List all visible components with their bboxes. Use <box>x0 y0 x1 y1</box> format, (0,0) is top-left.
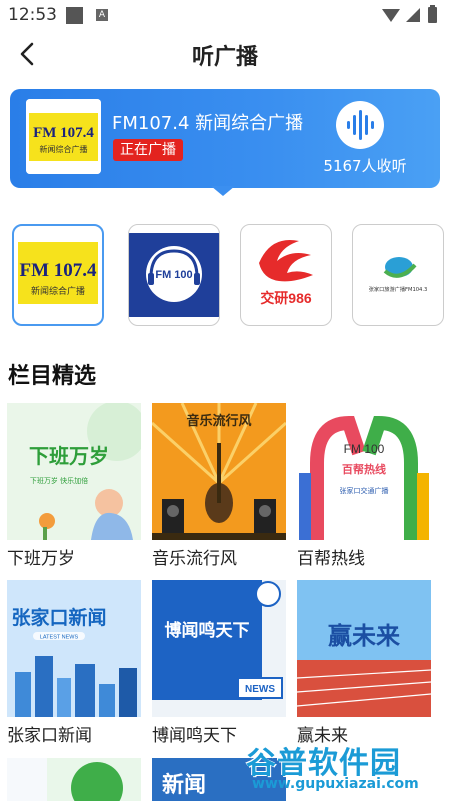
section-title: 栏目精选 <box>8 364 97 389</box>
now-playing-logo: FM 107.4 新闻综合广播 <box>26 99 101 174</box>
cover-title: 下班万岁 <box>29 444 109 468</box>
program-card[interactable]: 张家口新闻 LATEST NEWS 张家口新闻 <box>7 580 141 746</box>
station-986-logo: 交研986 <box>259 239 313 306</box>
station-fm1043-logo: 张家口旅游广播FM104.3 <box>369 257 428 293</box>
banner-pointer <box>211 186 235 196</box>
program-label: 百帮热线 <box>297 549 365 569</box>
fm1074-logo: FM 107.4 新闻综合广播 <box>26 99 101 174</box>
status-time: 12:53 <box>8 5 57 25</box>
cover-subtitle: 百帮热线 <box>342 462 386 476</box>
station-fm100[interactable]: FM 100 <box>128 224 220 326</box>
cover-title: 张家口新闻 <box>11 606 106 629</box>
station-title: 交研986 <box>260 290 312 306</box>
logo-subtitle: 新闻综合广播 <box>40 144 88 154</box>
station-subtitle: 新闻综合广播 <box>31 285 85 297</box>
station-fm1074[interactable]: FM 107.4 新闻综合广播 <box>12 224 104 326</box>
watermark: 谷普软件园 www.gupuxiazai.com <box>246 738 446 798</box>
cover-title: 赢未来 <box>328 622 401 650</box>
program-label: 张家口新闻 <box>7 726 92 746</box>
notification-a-icon: A <box>96 9 108 21</box>
station-list: FM 107.4 新闻综合广播 FM 100 交研986 张家口旅游广播FM10… <box>0 222 450 330</box>
station-fm1043[interactable]: 张家口旅游广播FM104.3 <box>352 224 444 326</box>
cover-title: FM 100 <box>344 442 385 456</box>
listener-count: 5167人收听 <box>323 157 407 175</box>
program-cover: 下班万岁 下班万岁 快乐加倍 <box>7 403 141 540</box>
cover-subtitle-2: 张家口交通广播 <box>340 486 389 495</box>
notification-icon <box>66 7 83 24</box>
audio-wave-button[interactable] <box>336 101 384 149</box>
fm1074-logo: FM 107.4 新闻综合广播 <box>18 242 98 304</box>
cover-title: 博闻鸣天下 <box>165 620 250 641</box>
program-label: 下班万岁 <box>7 549 75 569</box>
program-cover: FM 100 百帮热线 张家口交通广播 <box>297 403 431 540</box>
program-cover: 赢未来 <box>297 580 431 717</box>
cover-subtitle: LATEST NEWS <box>40 635 79 641</box>
station-986[interactable]: 交研986 <box>240 224 332 326</box>
program-cover: 博闻鸣天下 NEWS <box>152 580 286 717</box>
fm100-logo: FM 100 <box>129 233 219 317</box>
program-cover: 张家口新闻 LATEST NEWS <box>7 580 141 717</box>
program-card[interactable] <box>7 758 141 801</box>
program-card[interactable]: 赢未来 赢未来 <box>297 580 431 746</box>
cover-subtitle: NEWS <box>245 684 275 695</box>
program-card[interactable]: FM 100 百帮热线 张家口交通广播 百帮热线 <box>297 403 431 569</box>
program-cover <box>7 758 141 801</box>
cover-title: 新闻 <box>162 772 206 798</box>
now-playing-station: FM107.4 新闻综合广播 <box>112 113 304 134</box>
logo-title: FM 107.4 <box>33 125 94 141</box>
program-card[interactable]: 音乐流行风 音乐流行风 <box>152 403 286 569</box>
program-card[interactable]: 下班万岁 下班万岁 快乐加倍 下班万岁 <box>7 403 141 569</box>
signal-battery-icons <box>382 5 437 23</box>
station-title: FM 100 <box>155 269 192 281</box>
app-header: 听广播 <box>0 30 450 78</box>
watermark-url: www.gupuxiazai.com <box>252 776 419 792</box>
cover-title: 音乐流行风 <box>186 413 251 429</box>
cover-subtitle: 下班万岁 快乐加倍 <box>30 476 88 485</box>
program-label: 音乐流行风 <box>152 549 237 569</box>
now-playing-banner[interactable]: FM 107.4 新闻综合广播 FM107.4 新闻综合广播 正在广播 5167… <box>10 89 440 188</box>
program-card[interactable]: 博闻鸣天下 NEWS 博闻鸣天下 <box>152 580 286 746</box>
station-title: 张家口旅游广播FM104.3 <box>369 285 428 293</box>
playing-status-badge: 正在广播 <box>113 139 183 161</box>
station-title: FM 107.4 <box>19 260 97 281</box>
sound-wave-icon <box>347 110 374 140</box>
program-cover: 音乐流行风 <box>152 403 286 540</box>
status-bar: 12:53 A <box>0 0 450 30</box>
page-title: 听广播 <box>191 45 258 70</box>
